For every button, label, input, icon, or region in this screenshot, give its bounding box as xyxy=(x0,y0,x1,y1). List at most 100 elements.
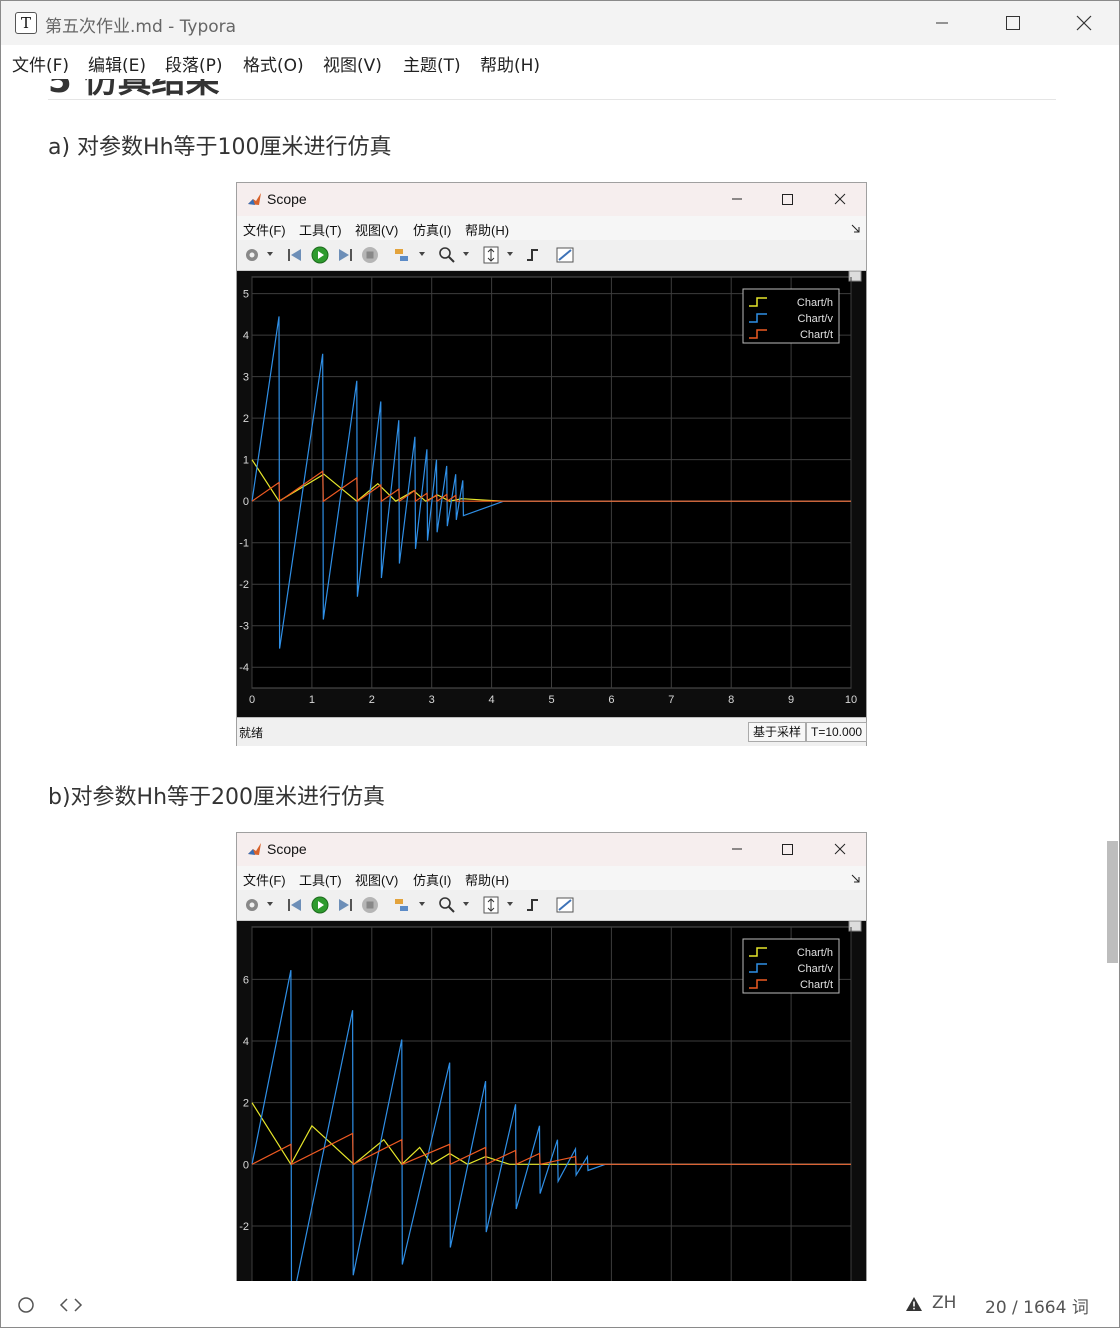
x-tick-label: 9 xyxy=(788,694,794,706)
scope-chart-a: 0 1 2 3 4 5 6 7 8 9 10 -4 -3 -2 -1 0 1 2 3 4 5 Chart/h Chart/v… xyxy=(239,271,862,706)
status-mode: 基于采样 xyxy=(748,722,807,742)
scope-close-button[interactable] xyxy=(828,838,852,860)
legend-label: Chart/v xyxy=(798,313,834,325)
word-count[interactable]: 20 / 1664 词 xyxy=(985,1293,1089,1318)
scope-title-bar: Scope xyxy=(237,833,866,866)
scope-title-bar: Scope xyxy=(237,183,866,216)
scope-maximize-button[interactable] xyxy=(775,838,799,860)
autoscale-icon[interactable] xyxy=(481,245,501,265)
vertical-scrollbar[interactable] xyxy=(1106,79,1119,1281)
minimize-button[interactable] xyxy=(927,9,957,37)
run-icon[interactable] xyxy=(310,245,330,265)
scope-plot-b[interactable]: -4-20246Chart/hChart/vChart/t xyxy=(237,921,866,1281)
close-icon xyxy=(834,193,846,205)
y-tick-label: 1 xyxy=(243,455,249,467)
scope-window-b: Scope 文件(F) 工具(T) 视图(V) 仿真(I) 帮助(H) -2 0… xyxy=(236,832,867,1281)
scope-minimize-button[interactable] xyxy=(725,838,749,860)
step-forward-icon[interactable] xyxy=(335,245,355,265)
y-tick-label: 3 xyxy=(243,372,249,384)
close-button[interactable] xyxy=(1069,9,1099,37)
scope-plot-a[interactable]: 0 1 2 3 4 5 6 7 8 9 10 -4 -3 -2 -1 0 1 2 3 4 5 Chart/h Chart/v… xyxy=(237,271,866,717)
trigger-icon[interactable] xyxy=(524,895,544,915)
menu-edit[interactable]: 编辑(E) xyxy=(88,51,146,76)
scope-menu-help[interactable]: 帮助(H) xyxy=(465,870,509,889)
zoom-icon[interactable] xyxy=(437,895,457,915)
scope-menu-simulation[interactable]: 仿真(I) xyxy=(413,870,451,889)
trigger-icon[interactable] xyxy=(524,245,544,265)
y-tick-label: 0 xyxy=(243,496,249,508)
y-tick-label: 2 xyxy=(243,413,249,425)
legend-label: Chart/t xyxy=(800,329,833,341)
title-bar: T 第五次作业.md - Typora xyxy=(1,1,1119,45)
legend-label: Chart/h xyxy=(797,297,833,309)
x-tick-label: 10 xyxy=(845,694,857,706)
x-tick-label: 5 xyxy=(548,694,554,706)
maximize-button[interactable] xyxy=(998,9,1028,37)
scope-minimize-button[interactable] xyxy=(725,188,749,210)
settings-gear-icon[interactable] xyxy=(242,245,262,265)
close-icon xyxy=(834,843,846,855)
x-tick-label: 2 xyxy=(369,694,375,706)
scope-menu-file[interactable]: 文件(F) xyxy=(243,220,286,239)
scope-menu-tools[interactable]: 工具(T) xyxy=(299,870,342,889)
autoscale-icon[interactable] xyxy=(481,895,501,915)
menu-view[interactable]: 视图(V) xyxy=(323,51,382,76)
scope-title: Scope xyxy=(267,191,307,207)
run-icon[interactable] xyxy=(310,895,330,915)
dock-arrow-icon[interactable] xyxy=(851,224,861,234)
scope-menu-simulation[interactable]: 仿真(I) xyxy=(413,220,451,239)
scope-close-button[interactable] xyxy=(828,188,852,210)
maximize-icon xyxy=(782,844,793,855)
menu-paragraph[interactable]: 段落(P) xyxy=(165,51,223,76)
scope-maximize-button[interactable] xyxy=(775,188,799,210)
stop-icon[interactable] xyxy=(360,895,380,915)
measurement-icon[interactable] xyxy=(555,245,575,265)
menu-file[interactable]: 文件(F) xyxy=(12,51,69,76)
zoom-icon[interactable] xyxy=(437,245,457,265)
settings-gear-icon[interactable] xyxy=(242,895,262,915)
status-ready: 就绪 xyxy=(239,726,264,740)
scope-chart-b: -4-20246Chart/hChart/vChart/t xyxy=(239,921,862,1281)
highlight-block-icon[interactable] xyxy=(392,245,412,265)
menu-theme[interactable]: 主题(T) xyxy=(403,51,461,76)
menu-bar: 文件(F) 编辑(E) 段落(P) 格式(O) 视图(V) 主题(T) 帮助(H… xyxy=(1,45,1119,79)
dock-arrow-icon[interactable] xyxy=(851,874,861,884)
maximize-icon xyxy=(1006,16,1020,30)
scope-menu-help[interactable]: 帮助(H) xyxy=(465,220,509,239)
measurement-icon[interactable] xyxy=(555,895,575,915)
scope-menu-file[interactable]: 文件(F) xyxy=(243,870,286,889)
menu-help[interactable]: 帮助(H) xyxy=(480,51,540,76)
scope-menu-tools[interactable]: 工具(T) xyxy=(299,220,342,239)
y-tick-label: -3 xyxy=(239,621,249,633)
status-footer: ZH 20 / 1664 词 xyxy=(1,1281,1119,1327)
paragraph-a: a) 对参数Hh等于100厘米进行仿真 xyxy=(48,135,392,160)
y-tick-label: 0 xyxy=(243,1159,249,1171)
matlab-logo-icon xyxy=(248,843,261,855)
source-code-icon[interactable] xyxy=(59,1296,83,1314)
scope-menu-view[interactable]: 视图(V) xyxy=(355,870,398,889)
sidebar-toggle-icon[interactable] xyxy=(17,1296,35,1314)
x-tick-label: 6 xyxy=(608,694,614,706)
legend-label: Chart/t xyxy=(800,979,833,991)
y-tick-label: 4 xyxy=(243,330,249,342)
scope-menu-view[interactable]: 视图(V) xyxy=(355,220,398,239)
step-back-icon[interactable] xyxy=(285,245,305,265)
close-icon xyxy=(1076,15,1092,31)
y-tick-label: -2 xyxy=(239,1221,249,1233)
step-back-icon[interactable] xyxy=(285,895,305,915)
stop-icon[interactable] xyxy=(360,245,380,265)
y-tick-label: -1 xyxy=(239,538,249,550)
scrollbar-thumb[interactable] xyxy=(1107,841,1118,963)
x-tick-label: 7 xyxy=(668,694,674,706)
highlight-block-icon[interactable] xyxy=(392,895,412,915)
warning-icon[interactable] xyxy=(905,1296,923,1312)
editor-content[interactable]: 5 仿真结果 a) 对参数Hh等于100厘米进行仿真 Scope 文件(F) 工… xyxy=(1,79,1105,1281)
step-forward-icon[interactable] xyxy=(335,895,355,915)
language-indicator[interactable]: ZH xyxy=(932,1293,956,1313)
matlab-logo-icon xyxy=(248,193,261,205)
x-tick-label: 8 xyxy=(728,694,734,706)
menu-format[interactable]: 格式(O) xyxy=(243,51,304,76)
typora-app-icon: T xyxy=(15,12,37,34)
y-tick-label: 4 xyxy=(243,1036,249,1048)
maximize-icon xyxy=(782,194,793,205)
